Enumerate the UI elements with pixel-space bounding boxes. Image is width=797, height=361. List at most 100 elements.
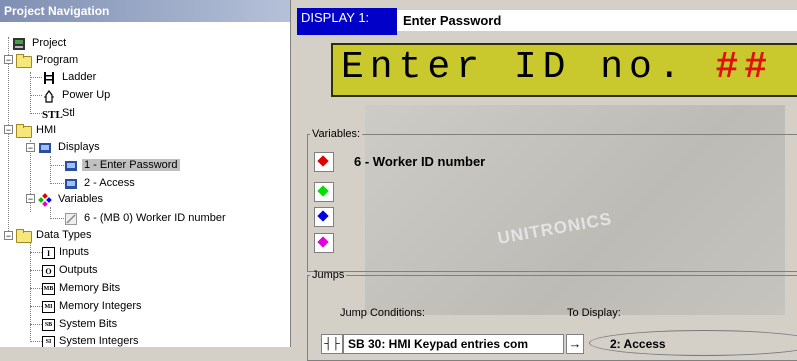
tree-line bbox=[50, 183, 64, 184]
tree-line bbox=[30, 113, 42, 114]
tree-item-program[interactable]: Program bbox=[16, 52, 80, 69]
display-number-tab: DISPLAY 1: bbox=[297, 8, 397, 35]
tree-line bbox=[50, 165, 64, 166]
power-up-icon bbox=[42, 89, 58, 103]
tree-item-label: System Integers bbox=[59, 335, 139, 347]
tree-line bbox=[8, 37, 9, 237]
red-diamond-icon bbox=[317, 155, 329, 167]
tree-item-system-integers[interactable]: SI System Integers bbox=[42, 333, 140, 347]
variable-label: 6 - Worker ID number bbox=[354, 154, 486, 169]
tree-item-hmi[interactable]: HMI bbox=[16, 122, 58, 139]
tree-toggle-data-types[interactable]: − bbox=[4, 231, 13, 241]
tree-item-label: Displays bbox=[58, 141, 100, 153]
display-name-field[interactable]: Enter Password bbox=[397, 10, 797, 31]
tree-line bbox=[30, 72, 31, 114]
tree-line bbox=[50, 218, 64, 219]
tree-line bbox=[30, 341, 42, 342]
tree-item-power-up[interactable]: Power Up bbox=[42, 87, 112, 104]
variable-color-button[interactable] bbox=[314, 233, 334, 253]
ladder-icon bbox=[42, 71, 58, 85]
blue-diamond-icon bbox=[317, 210, 329, 222]
system-integers-icon: SI bbox=[42, 335, 55, 347]
displays-icon bbox=[38, 141, 54, 155]
lcd-variable-placeholder[interactable]: ## bbox=[715, 46, 773, 89]
magenta-diamond-icon bbox=[317, 236, 329, 248]
tree-line bbox=[30, 306, 42, 307]
tree-item-inputs[interactable]: I Inputs bbox=[42, 244, 91, 261]
tree-line bbox=[30, 252, 42, 253]
tree-item-label: Variables bbox=[58, 193, 104, 205]
variable-icon bbox=[64, 212, 80, 226]
folder-icon bbox=[16, 53, 32, 68]
display-editor: UNITRONICS Enter ID no. ## Variables: 6 … bbox=[297, 35, 797, 361]
tree-toggle-displays[interactable]: − bbox=[26, 143, 35, 153]
contact-icon[interactable]: ┤├ bbox=[321, 334, 343, 354]
variable-color-button[interactable] bbox=[314, 182, 334, 202]
tree-line bbox=[30, 288, 42, 289]
display-icon bbox=[64, 177, 80, 191]
variable-color-button[interactable] bbox=[314, 207, 334, 227]
tree-line bbox=[30, 324, 42, 325]
tree-item-display-1[interactable]: 1 - Enter Password bbox=[64, 157, 180, 174]
tree-item-label: Ladder bbox=[62, 71, 97, 83]
tree-item-memory-bits[interactable]: MB Memory Bits bbox=[42, 280, 122, 297]
tree-item-memory-integers[interactable]: MI Memory Integers bbox=[42, 298, 144, 315]
tree-item-label: 6 - (MB 0) Worker ID number bbox=[84, 212, 226, 224]
tree-item-label: HMI bbox=[36, 124, 57, 136]
tree-line bbox=[30, 95, 42, 96]
tree-item-project[interactable]: Project bbox=[12, 35, 68, 52]
tree-item-label: Power Up bbox=[62, 89, 111, 101]
tree-item-label: System Bits bbox=[59, 318, 118, 330]
tree-item-label: Outputs bbox=[59, 264, 98, 276]
variables-icon bbox=[38, 192, 54, 207]
tree-item-label: Inputs bbox=[59, 246, 89, 258]
tree-item-displays[interactable]: Displays bbox=[38, 139, 102, 156]
tree-item-ladder[interactable]: Ladder bbox=[42, 69, 98, 86]
outputs-icon: O bbox=[42, 264, 55, 277]
tree-line bbox=[30, 242, 31, 342]
tree-item-label: Data Types bbox=[36, 229, 92, 241]
tree-item-label: Project bbox=[32, 37, 67, 49]
memory-integers-icon: MI bbox=[42, 300, 55, 313]
pane-title: Project Navigation bbox=[0, 0, 290, 22]
variable-color-button[interactable] bbox=[314, 152, 334, 172]
project-navigation-pane: Project Navigation − − − − − Project Pro… bbox=[0, 0, 291, 347]
folder-icon bbox=[16, 123, 32, 138]
tree-toggle-variables[interactable]: − bbox=[26, 194, 35, 204]
tree-item-variable-6[interactable]: 6 - (MB 0) Worker ID number bbox=[64, 210, 228, 227]
stl-glyph: STL bbox=[42, 108, 63, 121]
system-bits-icon: SB bbox=[42, 318, 55, 331]
stl-icon: STL bbox=[42, 107, 63, 121]
jumps-legend: Jumps bbox=[312, 269, 345, 281]
project-tree: − − − − − Project Program Ladder Power U… bbox=[0, 22, 290, 347]
tree-item-outputs[interactable]: O Outputs bbox=[42, 262, 100, 279]
tree-line bbox=[30, 270, 42, 271]
tree-item-data-types[interactable]: Data Types bbox=[16, 227, 93, 244]
arrow-right-icon[interactable]: → bbox=[566, 334, 584, 354]
jump-conditions-label: Jump Conditions: bbox=[340, 307, 425, 319]
tree-item-system-bits[interactable]: SB System Bits bbox=[42, 316, 119, 333]
inputs-icon: I bbox=[42, 246, 55, 259]
tree-item-stl[interactable]: STLStl bbox=[42, 105, 77, 122]
green-diamond-icon bbox=[317, 185, 329, 197]
tree-toggle-program[interactable]: − bbox=[4, 55, 13, 65]
tree-item-display-2[interactable]: 2 - Access bbox=[64, 175, 137, 192]
jump-target-field[interactable]: 2: Access bbox=[589, 330, 797, 356]
tree-line bbox=[30, 77, 42, 78]
lcd-preview[interactable]: Enter ID no. ## bbox=[331, 43, 797, 97]
tree-item-label: Program bbox=[36, 54, 79, 66]
memory-bits-icon: MB bbox=[42, 282, 55, 295]
jump-condition-field[interactable]: SB 30: HMI Keypad entries com bbox=[343, 334, 564, 354]
variables-legend: Variables: bbox=[312, 128, 361, 140]
tree-item-variables[interactable]: Variables bbox=[38, 191, 105, 208]
to-display-label: To Display: bbox=[567, 307, 621, 319]
project-icon bbox=[12, 37, 28, 51]
folder-icon bbox=[16, 228, 32, 243]
tree-item-label: Memory Integers bbox=[59, 300, 142, 312]
variables-group: Variables: 6 - Worker ID number bbox=[307, 128, 797, 272]
tree-toggle-hmi[interactable]: − bbox=[4, 125, 13, 135]
display-header: DISPLAY 1: Enter Password bbox=[297, 8, 797, 35]
jumps-group: Jumps Jump Conditions: To Display: ┤├ SB… bbox=[307, 269, 797, 361]
tree-line bbox=[50, 156, 51, 184]
tree-item-label: 2 - Access bbox=[84, 177, 135, 189]
